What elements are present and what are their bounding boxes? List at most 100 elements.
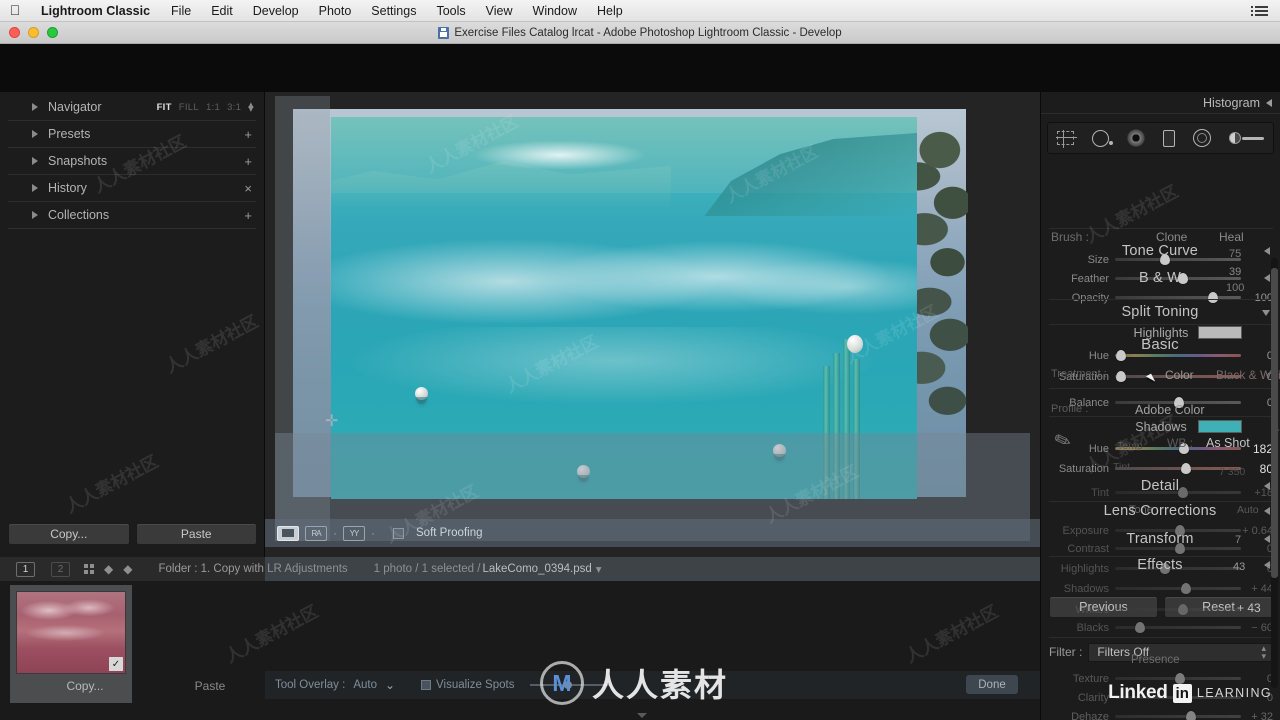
- filmstrip-paste-button[interactable]: Paste: [160, 676, 260, 696]
- photo-canvas[interactable]: ✛: [265, 92, 1040, 558]
- add-preset-icon[interactable]: +: [244, 127, 252, 142]
- add-collection-icon[interactable]: +: [244, 208, 252, 223]
- window-title-text: Exercise Files Catalog lrcat - Adobe Pho…: [454, 26, 842, 39]
- basic-dehaze-label: Dehaze: [1071, 710, 1109, 720]
- lightroom-header: [0, 44, 1280, 92]
- basic-shadows-slider-row[interactable]: Shadows + 44: [1041, 581, 1280, 596]
- survey-dropdown-icon[interactable]: ·: [371, 526, 375, 540]
- highlights-hue-slider-row[interactable]: Hue 0: [1041, 348, 1280, 363]
- visualize-spots-label: Visualize Spots: [436, 679, 515, 691]
- paste-button[interactable]: Paste: [135, 523, 257, 545]
- panel-toggle-caret-icon[interactable]: [637, 713, 647, 718]
- basic-contrast-track[interactable]: [1115, 543, 1241, 554]
- crosshair-cursor-icon: ✛: [325, 413, 339, 430]
- page-indicator-1[interactable]: 1: [16, 561, 35, 577]
- menu-item-view[interactable]: View: [476, 4, 523, 18]
- chevron-right-icon[interactable]: [32, 157, 38, 165]
- zoom-mode-3-1[interactable]: 3:1: [227, 102, 241, 113]
- linkedin-word: Linked: [1108, 682, 1168, 703]
- visualize-spots-group[interactable]: Visualize Spots: [421, 679, 514, 691]
- navigator-zoom-modes[interactable]: FIT FILL 1:1 3:1 ▴ ▾: [157, 100, 254, 115]
- zoom-mode-fit[interactable]: FIT: [157, 102, 172, 113]
- filmstrip-copy-button[interactable]: Copy...: [30, 676, 140, 696]
- sidebar-item-navigator[interactable]: Navigator FIT FILL 1:1 3:1 ▴ ▾: [8, 94, 256, 121]
- sidebar-item-collections[interactable]: Collections +: [8, 202, 256, 229]
- basic-shadows-track[interactable]: [1115, 583, 1241, 594]
- grid-icon[interactable]: [84, 564, 94, 574]
- radial-filter-icon[interactable]: [1193, 129, 1211, 147]
- chevron-right-icon[interactable]: [32, 184, 38, 192]
- window-title-bar: Exercise Files Catalog lrcat - Adobe Pho…: [0, 22, 1280, 44]
- panel-title-lens-corrections[interactable]: Lens Corrections: [1041, 503, 1280, 519]
- copy-button[interactable]: Copy...: [8, 523, 130, 545]
- photo-post-ball: [847, 335, 863, 353]
- menu-item-file[interactable]: File: [161, 4, 201, 18]
- info-bar-tint-overlay: [265, 557, 1040, 581]
- spot-removal-icon[interactable]: [1092, 129, 1113, 147]
- document-icon: [438, 26, 450, 39]
- compare-dropdown-icon[interactable]: ·: [333, 526, 337, 540]
- edited-badge-icon: ✓: [109, 657, 123, 671]
- basic-texture-track[interactable]: [1115, 673, 1241, 684]
- page-indicator-2[interactable]: 2: [51, 561, 70, 577]
- menu-item-tools[interactable]: Tools: [426, 4, 475, 18]
- filmstrip-thumbnail[interactable]: ✓: [16, 591, 126, 674]
- visualize-spots-checkbox[interactable]: [421, 680, 432, 690]
- left-arrow-icon[interactable]: ◆: [104, 562, 113, 576]
- previous-button[interactable]: Previous: [1049, 596, 1158, 618]
- basic-blacks-track[interactable]: [1115, 622, 1241, 633]
- menu-app-name[interactable]: Lightroom Classic: [30, 4, 161, 18]
- zoom-mode-1-1[interactable]: 1:1: [206, 102, 220, 113]
- tool-overlay-value[interactable]: Auto: [353, 679, 377, 691]
- shadows-color-swatch[interactable]: [1198, 420, 1242, 433]
- collapse-left-icon[interactable]: [1266, 98, 1272, 107]
- done-button[interactable]: Done: [966, 675, 1018, 694]
- zoom-stepper-icon[interactable]: ▴ ▾: [248, 100, 254, 115]
- adjustment-brush-icon[interactable]: [1229, 132, 1264, 144]
- chevron-right-icon[interactable]: [32, 211, 38, 219]
- menu-item-edit[interactable]: Edit: [201, 4, 243, 18]
- tool-overlay-dropdown-icon[interactable]: ⌄: [385, 678, 395, 692]
- histogram-header[interactable]: Histogram: [1041, 92, 1280, 114]
- basic-blacks-slider-row[interactable]: Blacks − 60: [1041, 620, 1280, 635]
- sidebar-item-snapshots[interactable]: Snapshots +: [8, 148, 256, 175]
- zoom-mode-fill[interactable]: FILL: [179, 102, 199, 113]
- highlights-color-swatch[interactable]: [1198, 326, 1242, 339]
- menu-item-window[interactable]: Window: [523, 4, 587, 18]
- chevron-right-icon[interactable]: [32, 130, 38, 138]
- window-title: Exercise Files Catalog lrcat - Adobe Pho…: [0, 26, 1280, 39]
- right-arrow-icon[interactable]: ◆: [123, 562, 132, 576]
- photo-cloud-reflection: [331, 231, 917, 331]
- menu-item-settings[interactable]: Settings: [361, 4, 426, 18]
- apple-logo-icon[interactable]: : [0, 3, 30, 19]
- loupe-view-icon[interactable]: [277, 525, 299, 541]
- basic-profile-value[interactable]: Adobe Color: [1135, 403, 1280, 417]
- lightroom-window:  Lightroom Classic File Edit Develop Ph…: [0, 0, 1280, 720]
- panel-title-detail[interactable]: Detail: [1041, 478, 1280, 494]
- add-snapshot-icon[interactable]: +: [244, 154, 252, 169]
- basic-dehaze-track[interactable]: [1115, 711, 1241, 720]
- basic-dehaze-slider-row[interactable]: Dehaze + 32: [1041, 709, 1280, 720]
- highlights-hue-track[interactable]: [1115, 350, 1241, 361]
- brush-mode-heal[interactable]: Heal: [1219, 230, 1280, 244]
- sidebar-label-navigator: Navigator: [48, 100, 102, 114]
- right-panel-scrollbar[interactable]: [1271, 258, 1278, 688]
- chevron-right-icon[interactable]: [32, 103, 38, 111]
- graduated-filter-icon[interactable]: [1163, 129, 1175, 147]
- photo-toolbar[interactable]: RA · YY · Soft Proofing: [265, 519, 1040, 547]
- compare-view-icon[interactable]: RA: [305, 525, 327, 541]
- clear-history-icon[interactable]: ×: [244, 181, 252, 196]
- menu-item-develop[interactable]: Develop: [243, 4, 309, 18]
- crop-icon[interactable]: [1056, 130, 1077, 148]
- basic-clarity-label: Clarity: [1077, 691, 1109, 704]
- menu-item-help[interactable]: Help: [587, 4, 633, 18]
- develop-tool-strip[interactable]: [1047, 122, 1274, 154]
- list-menu-icon[interactable]: [1249, 5, 1280, 16]
- red-eye-icon[interactable]: [1127, 129, 1145, 147]
- menu-item-photo[interactable]: Photo: [309, 4, 362, 18]
- sidebar-item-presets[interactable]: Presets +: [8, 121, 256, 148]
- soft-proofing-checkbox[interactable]: [393, 527, 404, 539]
- survey-view-icon[interactable]: YY: [343, 525, 365, 541]
- panel-title-split-toning[interactable]: Split Toning: [1041, 304, 1280, 320]
- sidebar-item-history[interactable]: History ×: [8, 175, 256, 202]
